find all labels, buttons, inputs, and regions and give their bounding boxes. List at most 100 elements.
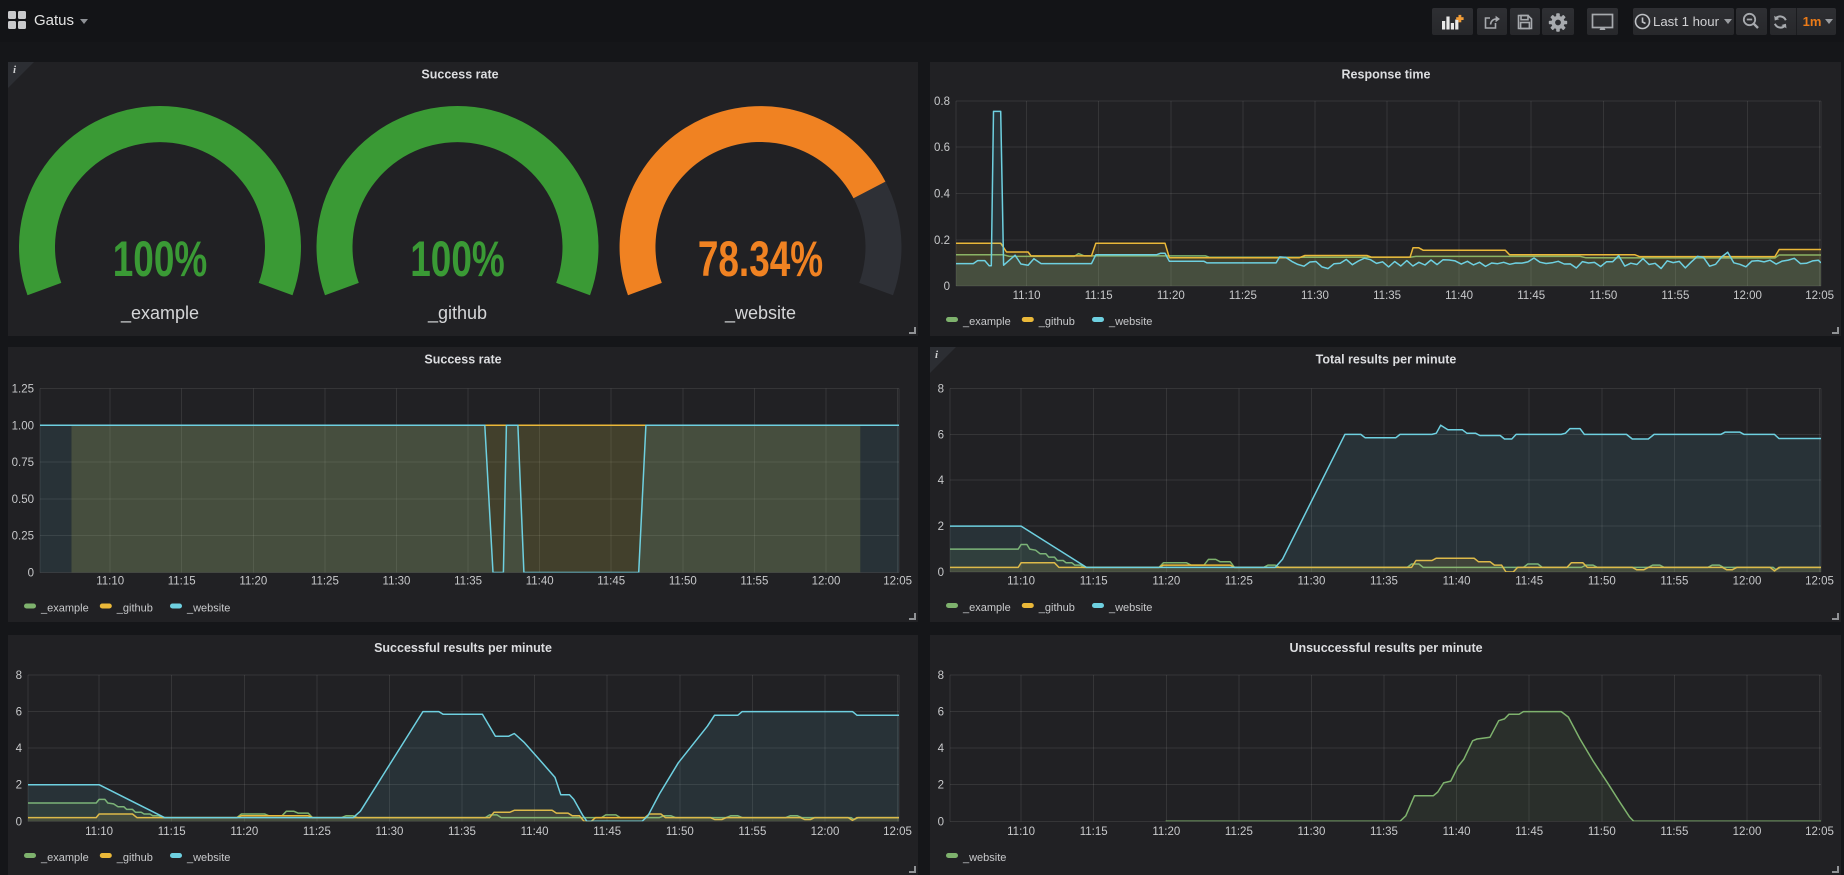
svg-text:0: 0 [16,816,22,828]
svg-text:100%: 100% [410,232,505,288]
svg-text:11:35: 11:35 [454,576,482,588]
svg-text:Total results per minute: Total results per minute [1316,353,1457,367]
svg-text:_website: _website [186,603,230,615]
svg-text:11:40: 11:40 [1443,576,1471,588]
svg-text:11:30: 11:30 [1298,826,1326,838]
svg-text:11:50: 11:50 [669,576,697,588]
svg-text:12:00: 12:00 [1733,826,1762,838]
svg-text:11:10: 11:10 [1007,826,1035,838]
svg-text:11:15: 11:15 [1085,290,1113,302]
svg-text:0: 0 [938,567,944,579]
svg-text:12:00: 12:00 [1733,576,1762,588]
svg-text:_github: _github [1038,316,1075,328]
svg-text:11:15: 11:15 [158,826,186,838]
svg-text:11:45: 11:45 [597,576,625,588]
svg-text:1.25: 1.25 [12,384,34,396]
svg-text:0.25: 0.25 [12,531,34,543]
svg-text:12:05: 12:05 [883,826,912,838]
svg-text:11:45: 11:45 [1517,290,1545,302]
svg-text:0: 0 [28,568,34,580]
svg-text:11:55: 11:55 [738,826,766,838]
svg-text:11:25: 11:25 [303,826,331,838]
svg-text:12:00: 12:00 [812,576,841,588]
svg-text:11:55: 11:55 [1660,826,1688,838]
svg-text:0.6: 0.6 [934,142,950,154]
svg-text:_example: _example [40,603,89,615]
svg-text:0.2: 0.2 [934,235,950,247]
svg-text:11:30: 11:30 [1298,576,1326,588]
svg-text:11:20: 11:20 [1152,576,1180,588]
svg-text:11:35: 11:35 [1370,826,1398,838]
svg-text:6: 6 [938,707,944,719]
svg-text:4: 4 [938,743,945,755]
svg-text:11:20: 11:20 [230,826,258,838]
svg-text:_github: _github [1038,602,1075,614]
svg-text:Success rate: Success rate [421,68,498,82]
svg-text:6: 6 [938,429,944,441]
svg-text:11:10: 11:10 [85,826,113,838]
svg-text:11:30: 11:30 [383,576,411,588]
svg-text:6: 6 [16,707,22,719]
svg-text:0: 0 [944,281,950,293]
svg-text:12:05: 12:05 [1805,576,1834,588]
svg-text:_example: _example [962,602,1011,614]
svg-text:Success rate: Success rate [424,353,501,367]
svg-text:Response time: Response time [1342,68,1431,82]
svg-text:0.50: 0.50 [12,494,34,506]
svg-text:11:15: 11:15 [1080,576,1108,588]
svg-text:_github: _github [116,603,153,615]
svg-text:2: 2 [938,780,944,792]
svg-text:12:05: 12:05 [883,576,912,588]
svg-text:11:45: 11:45 [1515,576,1543,588]
svg-text:12:05: 12:05 [1805,290,1834,302]
svg-text:Unsuccessful results per minut: Unsuccessful results per minute [1289,641,1482,655]
svg-text:11:35: 11:35 [448,826,476,838]
svg-text:11:55: 11:55 [1661,290,1689,302]
svg-text:11:10: 11:10 [96,576,124,588]
svg-text:78.34%: 78.34% [698,232,823,288]
svg-text:8: 8 [938,670,944,682]
svg-text:11:10: 11:10 [1007,576,1035,588]
svg-text:11:10: 11:10 [1013,290,1041,302]
svg-text:12:00: 12:00 [1733,290,1762,302]
svg-text:_website: _website [1108,316,1152,328]
svg-text:11:35: 11:35 [1370,576,1398,588]
svg-text:12:00: 12:00 [811,826,840,838]
svg-text:11:30: 11:30 [376,826,404,838]
svg-text:11:50: 11:50 [1588,826,1616,838]
svg-text:11:55: 11:55 [740,576,768,588]
svg-text:Successful results per minute: Successful results per minute [374,641,552,655]
svg-text:11:35: 11:35 [1373,290,1401,302]
svg-text:0.75: 0.75 [12,457,34,469]
svg-text:11:50: 11:50 [666,826,694,838]
svg-text:11:55: 11:55 [1660,576,1688,588]
svg-text:11:45: 11:45 [593,826,621,838]
svg-text:11:40: 11:40 [1445,290,1473,302]
svg-text:2: 2 [16,780,22,792]
svg-text:0.4: 0.4 [934,189,951,201]
svg-text:11:25: 11:25 [1225,576,1253,588]
svg-text:0: 0 [938,816,944,828]
svg-text:_github: _github [116,852,153,864]
svg-text:_website: _website [186,852,230,864]
svg-text:8: 8 [16,670,22,682]
svg-text:_website: _website [1108,602,1152,614]
svg-text:11:15: 11:15 [1080,826,1108,838]
svg-text:_github: _github [427,303,487,324]
svg-text:11:45: 11:45 [1515,826,1543,838]
svg-text:4: 4 [16,743,23,755]
svg-text:11:40: 11:40 [1443,826,1471,838]
svg-text:_example: _example [40,852,89,864]
svg-text:11:25: 11:25 [1229,290,1257,302]
svg-text:1.00: 1.00 [12,420,34,432]
svg-text:_example: _example [120,303,199,324]
svg-text:11:20: 11:20 [1157,290,1185,302]
svg-text:4: 4 [938,475,945,487]
svg-text:100%: 100% [113,232,208,288]
svg-text:11:20: 11:20 [239,576,267,588]
svg-text:11:25: 11:25 [1225,826,1253,838]
svg-text:_website: _website [962,852,1006,864]
svg-text:0.8: 0.8 [934,96,950,108]
svg-text:12:05: 12:05 [1805,826,1834,838]
svg-text:_website: _website [724,303,796,324]
